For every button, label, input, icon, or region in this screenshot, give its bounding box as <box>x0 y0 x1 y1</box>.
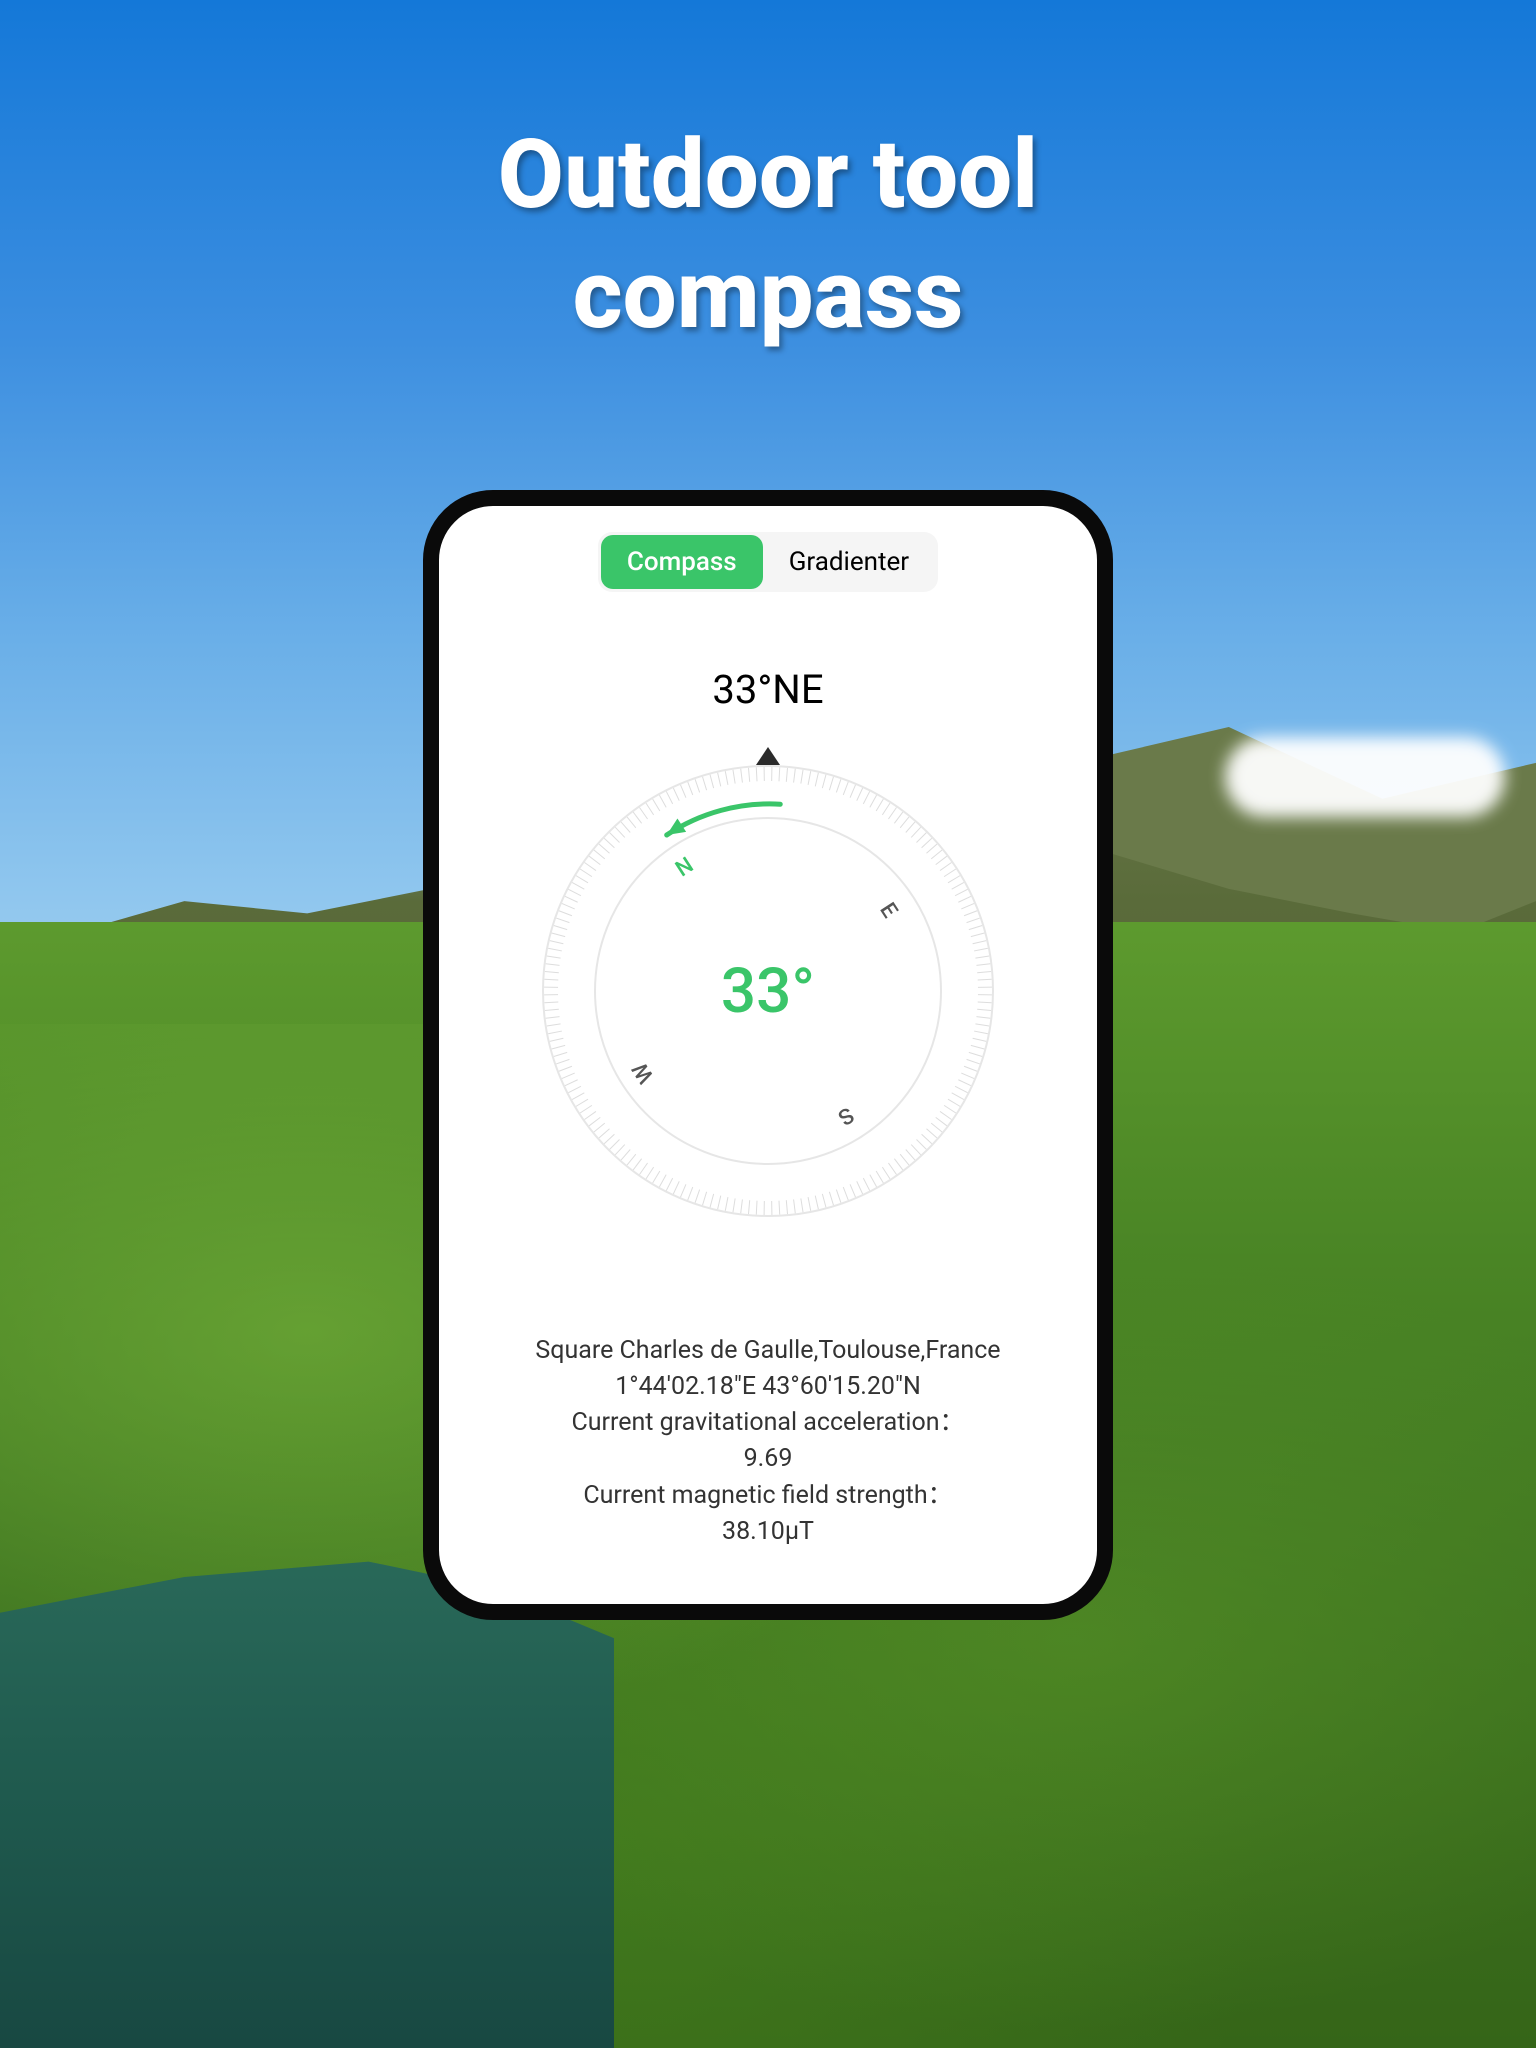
compass-dial[interactable]: NESW 33° <box>538 761 998 1221</box>
heading-readout: 33°NE <box>712 666 823 713</box>
location-info-panel: Square Charles de Gaulle,Toulouse,France… <box>439 1333 1097 1551</box>
tab-compass[interactable]: Compass <box>601 535 763 589</box>
phone-screen: Compass Gradienter 33°NE NESW 33° Square… <box>439 506 1097 1604</box>
tab-gradienter[interactable]: Gradienter <box>763 535 935 589</box>
location-name: Square Charles de Gaulle,Toulouse,France <box>439 1333 1097 1369</box>
page-title: Outdoor tool compass <box>0 115 1536 355</box>
location-coordinates: 1°44'02.18"E 43°60'15.20"N <box>439 1369 1097 1405</box>
cloud-icon <box>1225 737 1505 817</box>
compass-center-degrees: 33° <box>538 761 998 1221</box>
phone-mockup: Compass Gradienter 33°NE NESW 33° Square… <box>423 490 1113 1620</box>
gravity-reading: Current gravitational acceleration：9.69 <box>439 1405 1097 1478</box>
mode-segmented-control: Compass Gradienter <box>598 532 938 592</box>
magnetic-reading: Current magnetic field strength：38.10μT <box>439 1478 1097 1551</box>
